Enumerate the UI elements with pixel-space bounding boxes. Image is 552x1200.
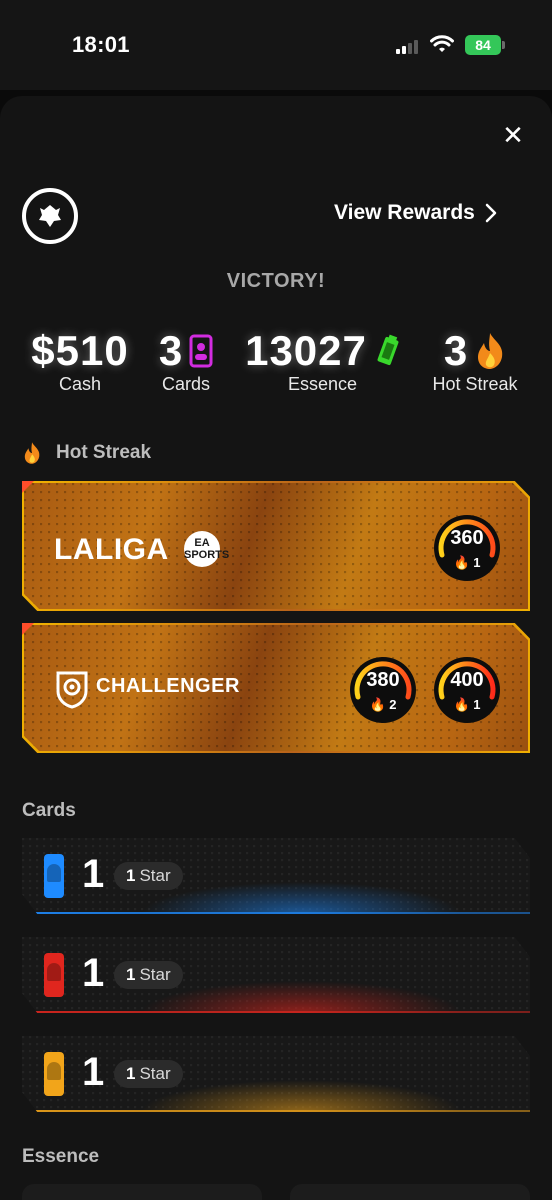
card-rarity-icon: [44, 854, 64, 898]
streak-gauge: 360 🔥 1: [434, 515, 500, 581]
status-time: 18:01: [72, 32, 130, 57]
flame-icon: [24, 442, 40, 464]
wifi-icon: [430, 35, 454, 52]
streak-gauge: 400 🔥 1: [434, 657, 500, 723]
essence-tile: [22, 1184, 262, 1200]
view-rewards-label: View Rewards: [334, 201, 475, 224]
gauge-value: 360: [450, 527, 484, 549]
league-card-challenger[interactable]: CHALLENGER 380 🔥 2 400 🔥 1: [22, 623, 530, 753]
card-count: 1: [82, 951, 105, 995]
essence-tile: [290, 1184, 530, 1200]
view-rewards-button[interactable]: View Rewards: [334, 198, 497, 228]
gauge-count: 🔥 1: [453, 555, 481, 570]
app-logo-icon: [22, 188, 78, 244]
star-badge: 1 Star: [114, 1060, 183, 1088]
battery-tip: [502, 41, 505, 49]
gauge-value: 400: [450, 669, 484, 691]
gauge-value: 380: [366, 669, 400, 691]
flame-icon: [478, 333, 503, 369]
card-reward-row[interactable]: 1 1 Star: [22, 1036, 530, 1112]
status-bar: 18:01 84: [0, 0, 552, 90]
cards-section-title: Cards: [22, 800, 76, 821]
star-badge: 1 Star: [114, 862, 183, 890]
signal-icon: [396, 38, 422, 54]
cash-value: $510: [31, 327, 129, 374]
stat-essence: 13027 Essence: [238, 328, 410, 395]
star-badge: 1 Star: [114, 961, 183, 989]
close-button[interactable]: ✕: [498, 120, 528, 150]
essence-value: 13027: [245, 327, 367, 374]
hot-streak-section-title: Hot Streak: [56, 442, 152, 463]
league-name: CHALLENGER: [96, 675, 240, 697]
card-count: 1: [82, 1050, 105, 1094]
stat-hot-streak: 3 Hot Streak: [424, 328, 526, 395]
gauge-count: 🔥 1: [453, 697, 481, 712]
hot-streak-label: Hot Streak: [432, 374, 518, 394]
card-reward-row[interactable]: 1 1 Star: [22, 838, 530, 914]
league-name: LALIGA: [54, 533, 169, 566]
card-rarity-icon: [44, 1052, 64, 1096]
essence-section-title: Essence: [22, 1146, 100, 1167]
card-count: 1: [82, 852, 105, 896]
hot-streak-value: 3: [443, 327, 469, 374]
cards-value: 3: [158, 327, 184, 374]
gauge-count: 🔥 2: [369, 697, 397, 712]
streak-gauge: 380 🔥 2: [350, 657, 416, 723]
cards-label: Cards: [161, 374, 210, 394]
stat-cash: $510 Cash: [28, 328, 132, 395]
cash-label: Cash: [58, 374, 102, 394]
result-title: VICTORY!: [226, 270, 326, 292]
league-card-laliga[interactable]: LALIGA EA SPORTS 360 🔥 1: [22, 481, 530, 611]
card-reward-row[interactable]: 1 1 Star: [22, 937, 530, 1013]
battery-indicator: 84: [465, 35, 501, 55]
chevron-right-icon: [485, 203, 497, 223]
essence-label: Essence: [288, 374, 358, 394]
card-icon: [189, 334, 213, 368]
card-rarity-icon: [44, 953, 64, 997]
challenger-shield-icon: [56, 671, 88, 709]
ea-sports-logo: EA SPORTS: [184, 531, 229, 567]
essence-icon: [377, 334, 399, 366]
stat-cards: 3 Cards: [150, 328, 222, 395]
